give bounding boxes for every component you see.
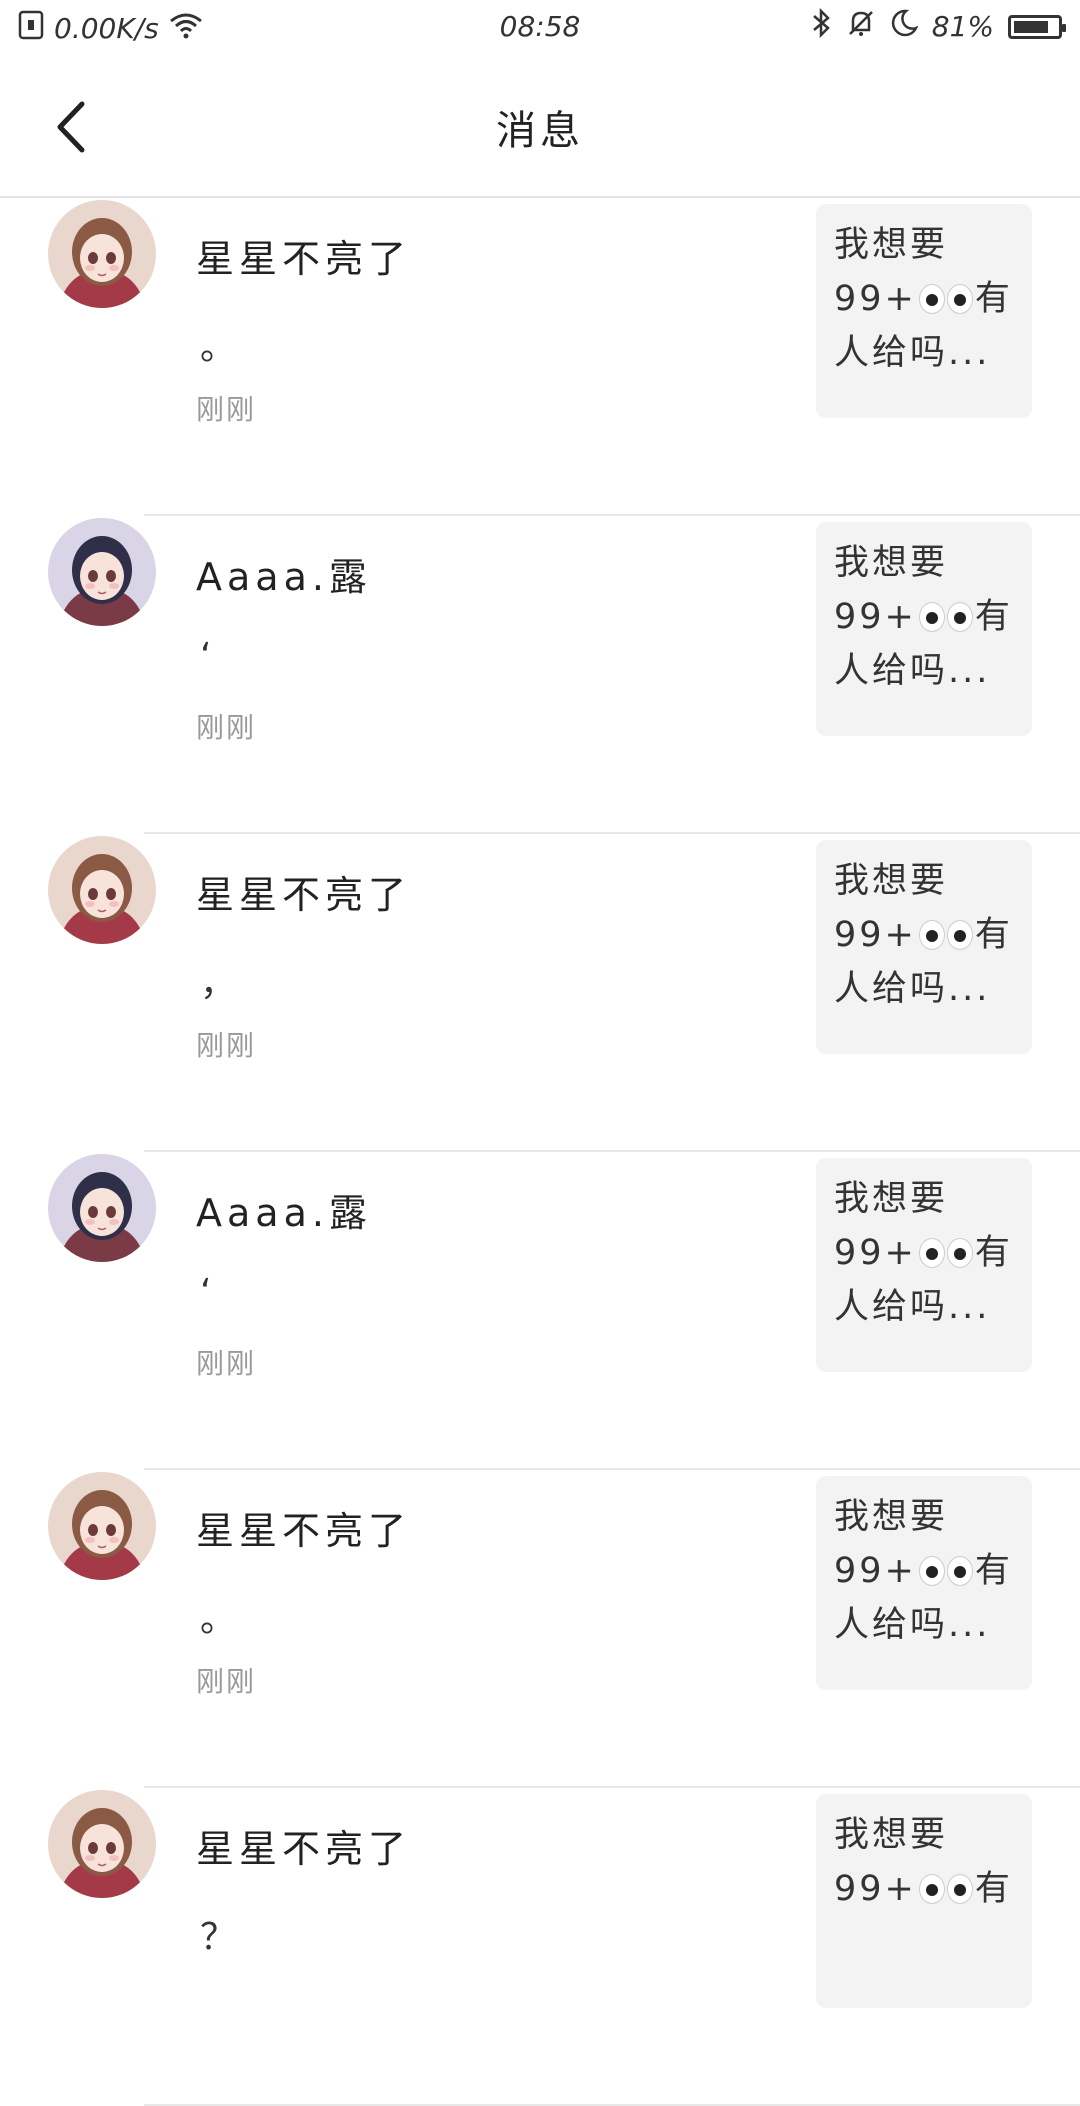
preview-line-3: 人给吗... bbox=[834, 1287, 991, 1327]
preview-line-2-suffix: 有 bbox=[974, 1551, 1013, 1591]
preview-line-1: 我想要 bbox=[834, 1815, 949, 1855]
message-list[interactable]: 星星不亮了 。 刚刚 我想要 99+ 有 人给吗... Aaaa.露 ‘ 刚刚 我… bbox=[0, 198, 1080, 2106]
eyes-emoji-icon bbox=[918, 1238, 973, 1268]
preview-line-2-suffix: 有 bbox=[974, 1233, 1013, 1273]
message-text: ‘ bbox=[200, 1272, 212, 1313]
timestamp: 刚刚 bbox=[196, 711, 257, 744]
avatar-dark-hair-girl[interactable] bbox=[48, 518, 156, 626]
message-row[interactable]: 星星不亮了 ， 刚刚 我想要 99+ 有 人给吗... bbox=[0, 834, 1080, 1152]
user-name: Aaaa.露 bbox=[196, 555, 372, 599]
preview-line-2-prefix: 99+ bbox=[834, 597, 917, 637]
battery-icon bbox=[1008, 14, 1066, 39]
moon-icon bbox=[890, 8, 919, 45]
preview-line-2: 99+ 有 bbox=[834, 908, 1014, 962]
preview-line-2: 99+ 有 bbox=[834, 1226, 1014, 1280]
preview-line-2: 99+ 有 bbox=[834, 272, 1014, 326]
title-bar: 消息 bbox=[0, 54, 1080, 198]
bluetooth-icon bbox=[810, 7, 832, 45]
eyes-emoji-icon bbox=[918, 1874, 973, 1904]
eyes-emoji-icon bbox=[918, 920, 973, 950]
timestamp: 刚刚 bbox=[196, 1665, 257, 1698]
avatar-brown-hair-girl[interactable] bbox=[48, 836, 156, 944]
preview-line-1: 我想要 bbox=[834, 1497, 949, 1537]
preview-line-2-suffix: 有 bbox=[974, 1869, 1013, 1909]
message-row[interactable]: Aaaa.露 ‘ 刚刚 我想要 99+ 有 人给吗... bbox=[0, 1152, 1080, 1470]
avatar-brown-hair-girl[interactable] bbox=[48, 1790, 156, 1898]
post-preview[interactable]: 我想要 99+ 有 人给吗... bbox=[816, 1158, 1032, 1372]
message-text: 。 bbox=[200, 1599, 237, 1640]
message-row[interactable]: 星星不亮了 。 刚刚 我想要 99+ 有 人给吗... bbox=[0, 198, 1080, 516]
eyes-emoji-icon bbox=[918, 602, 973, 632]
user-name: Aaaa.露 bbox=[196, 1191, 372, 1235]
user-name: 星星不亮了 bbox=[196, 237, 412, 281]
preview-line-1: 我想要 bbox=[834, 225, 949, 265]
preview-line-1: 我想要 bbox=[834, 1179, 949, 1219]
battery-level bbox=[1014, 20, 1049, 33]
preview-line-2: 99+ 有 bbox=[834, 1862, 1014, 1916]
page-title: 消息 bbox=[496, 108, 584, 154]
preview-line-2-suffix: 有 bbox=[974, 279, 1013, 319]
preview-line-2-prefix: 99+ bbox=[834, 1551, 917, 1591]
message-row[interactable]: Aaaa.露 ‘ 刚刚 我想要 99+ 有 人给吗... bbox=[0, 516, 1080, 834]
timestamp: 刚刚 bbox=[196, 393, 257, 426]
preview-line-3: 人给吗... bbox=[834, 651, 991, 691]
message-row[interactable]: 星星不亮了 。 刚刚 我想要 99+ 有 人给吗... bbox=[0, 1470, 1080, 1788]
preview-line-3: 人给吗... bbox=[834, 969, 991, 1009]
preview-line-2-prefix: 99+ bbox=[834, 279, 917, 319]
preview-line-2-suffix: 有 bbox=[974, 597, 1013, 637]
avatar-dark-hair-girl[interactable] bbox=[48, 1154, 156, 1262]
preview-line-2-prefix: 99+ bbox=[834, 915, 917, 955]
eyes-emoji-icon bbox=[918, 284, 973, 314]
timestamp: 刚刚 bbox=[196, 1029, 257, 1062]
message-row[interactable]: 星星不亮了 ？ 我想要 99+ 有 bbox=[0, 1788, 1080, 2106]
preview-line-1: 我想要 bbox=[834, 543, 949, 583]
bell-off-icon bbox=[846, 8, 876, 45]
user-name: 星星不亮了 bbox=[196, 873, 412, 917]
status-bar: 0.00K/s 08:58 81% bbox=[0, 0, 1080, 54]
message-text: ‘ bbox=[200, 636, 212, 677]
user-name: 星星不亮了 bbox=[196, 1827, 412, 1871]
preview-line-2-suffix: 有 bbox=[974, 915, 1013, 955]
avatar-brown-hair-girl[interactable] bbox=[48, 1472, 156, 1580]
eyes-emoji-icon bbox=[918, 1556, 973, 1586]
post-preview[interactable]: 我想要 99+ 有 人给吗... bbox=[816, 840, 1032, 1054]
preview-line-1: 我想要 bbox=[834, 861, 949, 901]
avatar-brown-hair-girl[interactable] bbox=[48, 200, 156, 308]
user-name: 星星不亮了 bbox=[196, 1509, 412, 1553]
battery-percent: 81% bbox=[931, 10, 994, 43]
message-text: 。 bbox=[200, 327, 237, 368]
post-preview[interactable]: 我想要 99+ 有 人给吗... bbox=[816, 1476, 1032, 1690]
timestamp: 刚刚 bbox=[196, 1347, 257, 1380]
preview-line-3: 人给吗... bbox=[834, 1605, 991, 1645]
post-preview[interactable]: 我想要 99+ 有 bbox=[816, 1794, 1032, 2008]
message-text: ， bbox=[200, 963, 237, 1004]
preview-line-2: 99+ 有 bbox=[834, 1544, 1014, 1598]
preview-line-2: 99+ 有 bbox=[834, 590, 1014, 644]
preview-line-3: 人给吗... bbox=[834, 333, 991, 373]
preview-line-2-prefix: 99+ bbox=[834, 1233, 917, 1273]
message-text: ？ bbox=[200, 1917, 237, 1958]
post-preview[interactable]: 我想要 99+ 有 人给吗... bbox=[816, 522, 1032, 736]
preview-line-2-prefix: 99+ bbox=[834, 1869, 917, 1909]
post-preview[interactable]: 我想要 99+ 有 人给吗... bbox=[816, 204, 1032, 418]
